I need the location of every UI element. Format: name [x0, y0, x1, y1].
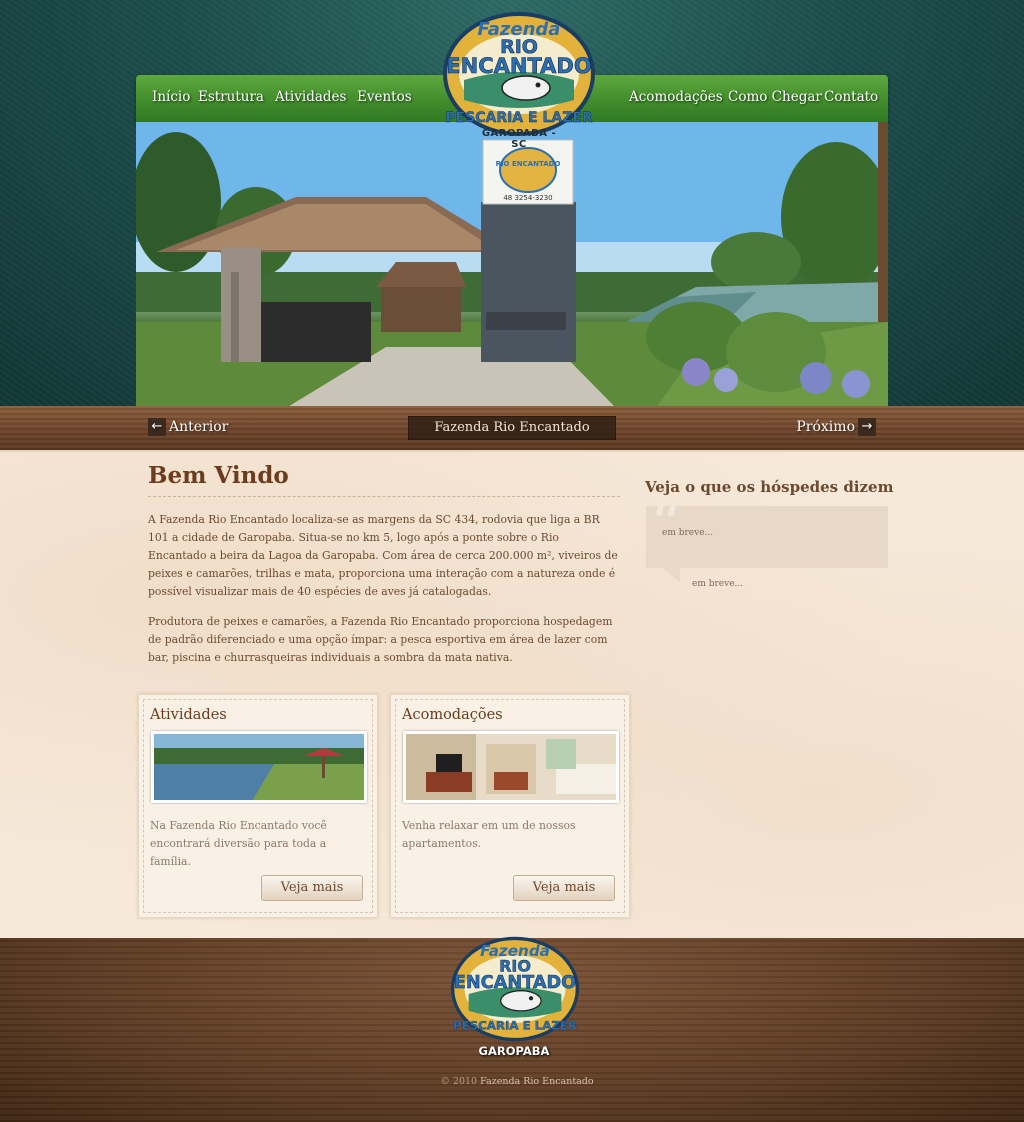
sign-text: RIO ENCANTADO [496, 160, 561, 168]
nav-item-contato[interactable]: Contato [824, 89, 878, 105]
activities-more-button[interactable]: Veja mais [261, 875, 363, 901]
nav-item-estrutura[interactable]: Estrutura [198, 89, 264, 105]
testimonial-text: em breve... [662, 528, 714, 538]
slider-next-button[interactable]: Próximo → [796, 418, 876, 436]
nav-item-eventos[interactable]: Eventos [357, 89, 412, 105]
activities-image[interactable] [151, 731, 367, 803]
logo-line3: ENCANTADO [446, 54, 591, 78]
box-text: Na Fazenda Rio Encantado você encontrará… [150, 819, 327, 868]
footer-city: GAROPABA [478, 1044, 550, 1058]
copyright-year: © 2010 [440, 1076, 478, 1087]
nav-item-inicio[interactable]: Início [152, 89, 190, 105]
box-title: Atividades [150, 707, 227, 723]
footer-logo-line4: PESCARIA E LAZER [453, 1018, 577, 1032]
quote-icon: “ [650, 488, 682, 561]
slider-prev-label: Anterior [169, 419, 229, 435]
welcome-title: Bem Vindo [148, 462, 620, 497]
copyright-name: Fazenda Rio Encantado [480, 1076, 594, 1087]
footer-copyright: © 2010 Fazenda Rio Encantado [0, 1076, 1024, 1087]
logo-line4: PESCARIA E LAZER [445, 110, 593, 126]
arrow-right-icon: → [858, 418, 876, 436]
activities-box: Atividades Na Fazenda Rio Encantado você… [138, 694, 378, 918]
slider-next-label: Próximo [796, 419, 855, 435]
slide-caption: Fazenda Rio Encantado [408, 416, 616, 440]
footer-logo-line3: ENCANTADO [454, 973, 576, 993]
accommodations-box: Acomodações Venha relaxar em um de nosso… [390, 694, 630, 918]
arrow-left-icon: ← [148, 418, 166, 436]
sign-phone: 48 3254-3230 [503, 194, 552, 202]
box-text: Venha relaxar em um de nossos apartament… [402, 819, 576, 850]
nav-item-atividades[interactable]: Atividades [275, 89, 346, 105]
accommodations-image[interactable] [403, 731, 619, 803]
welcome-text: A Fazenda Rio Encantado localiza-se as m… [148, 511, 620, 667]
welcome-section: Bem Vindo A Fazenda Rio Encantado locali… [148, 462, 620, 667]
footer-logo[interactable]: Fazenda RIO ENCANTADO PESCARIA E LAZER [422, 930, 608, 1048]
testimonial-author: em breve... [692, 579, 744, 589]
logo-city: GAROPABA - SC [481, 128, 557, 150]
slider-prev-button[interactable]: ← Anterior [148, 418, 228, 436]
nav-item-acomodacoes[interactable]: Acomodações [629, 89, 723, 105]
accommodations-more-button[interactable]: Veja mais [513, 875, 615, 901]
welcome-paragraph: A Fazenda Rio Encantado localiza-se as m… [148, 513, 618, 598]
welcome-paragraph: Produtora de peixes e camarões, a Fazend… [148, 615, 613, 664]
box-title: Acomodações [402, 707, 503, 723]
site-logo[interactable]: Fazenda RIO ENCANTADO PESCARIA E LAZER [414, 4, 624, 144]
hero-slide-image: RIO ENCANTADO 48 3254-3230 [136, 122, 888, 408]
nav-item-como-chegar[interactable]: Como Chegar [728, 89, 822, 105]
testimonials-title: Veja o que os hóspedes dizem [645, 478, 894, 496]
